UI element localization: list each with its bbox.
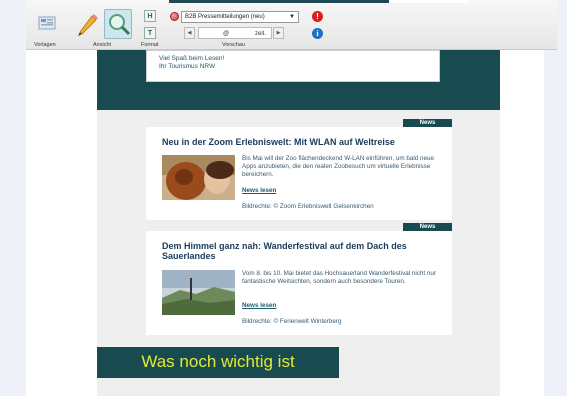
page-field-unit: zeit. (255, 31, 267, 37)
editor-toolbar: Vorlagen Ansicht H T Format B2B Pressemi… (26, 0, 557, 50)
templates-group-label: Vorlagen (34, 42, 56, 48)
news-tag: News (403, 119, 452, 127)
news-read-more-link[interactable]: News lesen (242, 187, 276, 194)
news-card-text: Vom 8. bis 10. Mai bietet das Hochsauerl… (242, 270, 437, 285)
templates-button[interactable] (33, 9, 59, 35)
templates-icon (38, 16, 56, 30)
arrow-left-icon: ◀ (187, 30, 192, 36)
news-card-credit: Bildrechte: © Zoom Erlebniswelt Gelsenki… (242, 203, 374, 210)
next-page-button[interactable]: ▶ (273, 27, 284, 39)
view-group-label: Ansicht (93, 42, 112, 48)
news-card-title: Dem Himmel ganz nah: Wanderfestival auf … (162, 241, 407, 261)
info-icon[interactable]: i (312, 28, 323, 39)
preview-template-select[interactable]: B2B Pressemitteilungen (neu) ▼ (181, 11, 299, 23)
toolbar-accent-line (169, 0, 389, 3)
stop-icon[interactable] (170, 12, 179, 21)
greeting-line-2: Ihr Tourismus NRW (159, 63, 216, 70)
heading-format-button[interactable]: H (144, 10, 156, 22)
news-card: Dem Himmel ganz nah: Wanderfestival auf … (146, 231, 452, 335)
format-group-label: Format (141, 42, 159, 48)
orangutan-photo (162, 155, 235, 200)
magnifier-icon (109, 14, 131, 36)
preview-view-button[interactable] (104, 9, 132, 39)
pencil-icon (78, 14, 98, 36)
preview-template-select-value: B2B Pressemitteilungen (neu) (185, 14, 265, 20)
news-read-more-link[interactable]: News lesen (242, 302, 276, 309)
page-field-at: @ (223, 31, 230, 37)
arrow-right-icon: ▶ (276, 30, 281, 36)
page-field[interactable]: @ zeit. (198, 27, 272, 39)
news-card-text: Bis Mai will der Zoo flächendeckend W-LA… (242, 155, 435, 178)
greeting-line-1: Viel Spaß beim Lesen! (159, 55, 225, 62)
news-card: Neu in der Zoom Erlebniswelt: Mit WLAN a… (146, 127, 452, 220)
news-card-credit: Bildrechte: © Ferienwelt Winterberg (242, 318, 342, 325)
toolbar-accent-line-light (389, 0, 469, 3)
news-card-title: Neu in der Zoom Erlebniswelt: Mit WLAN a… (162, 137, 395, 147)
section-heading: Was noch wichtig ist (97, 347, 339, 378)
news-tag: News (403, 223, 452, 231)
chevron-down-icon: ▼ (289, 14, 295, 20)
alert-icon[interactable]: ! (312, 11, 323, 22)
greeting-box: Viel Spaß beim Lesen! Ihr Tourismus NRW (146, 50, 440, 82)
previous-page-button[interactable]: ◀ (184, 27, 195, 39)
edit-view-button[interactable] (71, 9, 99, 37)
preview-group-label: Vorschau (222, 42, 245, 48)
mountain-landscape-photo (162, 270, 235, 315)
text-format-button[interactable]: T (144, 27, 156, 39)
